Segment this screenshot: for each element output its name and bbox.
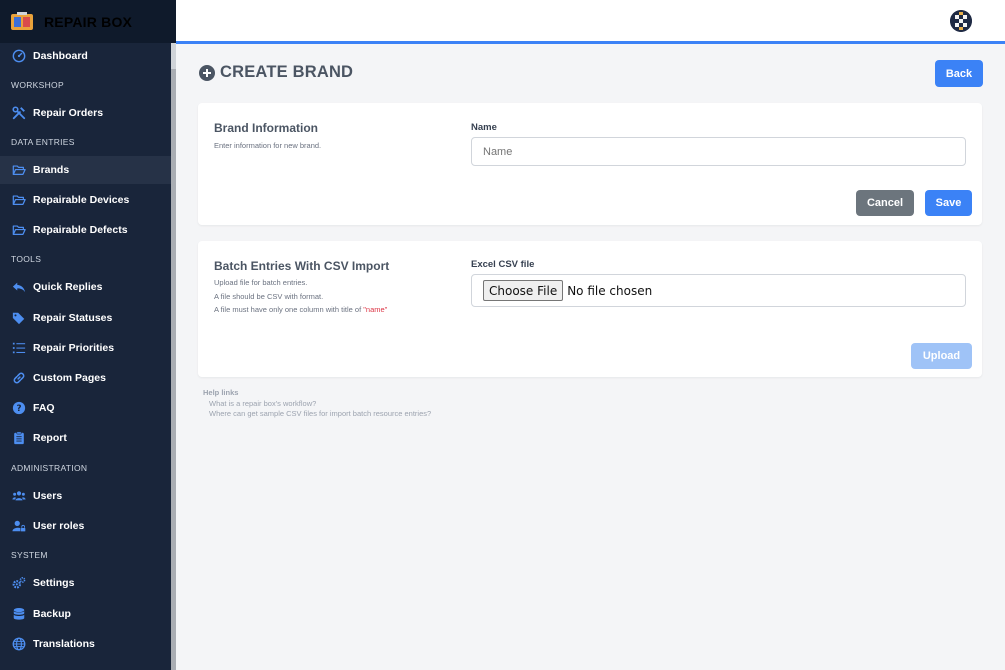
help-links-heading: Help links	[203, 388, 239, 397]
card-title: Batch Entries With CSV Import	[214, 259, 390, 273]
save-button[interactable]: Save	[925, 190, 972, 216]
users-icon	[11, 489, 26, 504]
app-logo-icon	[11, 11, 33, 32]
sidebar-item-label: Backup	[33, 608, 71, 620]
list-icon	[11, 341, 26, 356]
top-bar	[176, 0, 1005, 41]
reply-all-icon	[11, 280, 26, 295]
tools-icon	[11, 106, 26, 121]
name-input[interactable]	[471, 137, 966, 166]
choose-file-button[interactable]: Choose File	[483, 280, 564, 301]
name-field-label: Name	[471, 122, 497, 133]
csv-file-input[interactable]: Choose File No file chosen	[471, 274, 966, 307]
sidebar-section-workshop: WORKSHOP	[11, 80, 64, 90]
folder-open-icon	[11, 223, 26, 238]
sidebar-item-label: Settings	[33, 577, 75, 589]
description-line: A file should be CSV with format.	[214, 291, 324, 301]
brand-information-card: Brand Information Enter information for …	[198, 103, 982, 225]
description-line: Upload file for batch entries.	[214, 278, 308, 287]
csv-file-label: Excel CSV file	[471, 259, 535, 270]
sidebar-item-report[interactable]: Report	[0, 424, 171, 452]
user-lock-icon	[11, 519, 26, 534]
sidebar-item-label: Repairable Defects	[33, 224, 128, 236]
sidebar-section-tools: TOOLS	[11, 254, 42, 264]
page-title-text: CREATE BRAND	[220, 63, 354, 81]
highlighted-column-name: "name"	[363, 305, 388, 314]
sidebar-item-repair-priorities[interactable]: Repair Priorities	[0, 334, 171, 362]
sidebar-item-quick-replies[interactable]: Quick Replies	[0, 273, 171, 301]
tags-icon	[11, 311, 26, 326]
sidebar-scrollbar-thumb[interactable]	[171, 69, 176, 670]
help-link[interactable]: Where can get sample CSV files for impor…	[203, 409, 431, 420]
sidebar-item-label: Repairable Devices	[33, 194, 130, 206]
description-text: A file must have only one column with ti…	[214, 305, 364, 314]
card-description: Enter information for new brand.	[214, 141, 322, 150]
help-link[interactable]: What is a repair box's workflow?	[203, 399, 431, 410]
app-name: REPAIR BOX	[44, 13, 133, 30]
top-bar-accent-line	[176, 41, 1005, 44]
sidebar-item-label: Users	[33, 490, 63, 502]
plus-circle-icon	[199, 64, 215, 81]
dashboard-gauge-icon	[11, 49, 26, 64]
sidebar-item-custom-pages[interactable]: Custom Pages	[0, 364, 171, 392]
sidebar-item-label: Report	[33, 432, 67, 444]
sidebar-scrollbar[interactable]	[171, 43, 176, 670]
question-circle-icon: ?	[11, 401, 26, 416]
app-brand[interactable]: REPAIR BOX	[0, 0, 176, 43]
sidebar-item-settings[interactable]: Settings	[0, 569, 171, 597]
folder-open-icon	[11, 193, 26, 208]
folder-open-icon	[11, 163, 26, 178]
sidebar-item-label: Repair Priorities	[33, 342, 115, 354]
sidebar-item-repair-orders[interactable]: Repair Orders	[0, 99, 171, 127]
sidebar-item-label: Quick Replies	[33, 281, 103, 293]
sidebar-item-label: Brands	[33, 164, 70, 176]
file-status-text: No file chosen	[567, 283, 653, 298]
sidebar-item-label: Repair Statuses	[33, 312, 113, 324]
sidebar-item-user-roles[interactable]: User roles	[0, 512, 171, 540]
sidebar-item-translations[interactable]: Translations	[0, 630, 171, 658]
sidebar-item-users[interactable]: Users	[0, 482, 171, 510]
page-title: CREATE BRAND	[199, 63, 353, 82]
card-description: Upload file for batch entries. A file sh…	[214, 276, 387, 317]
sidebar-item-dashboard[interactable]: Dashboard	[0, 42, 171, 70]
back-button[interactable]: Back	[935, 60, 983, 87]
sidebar-item-faq[interactable]: ? FAQ	[0, 394, 171, 422]
globe-icon	[11, 637, 26, 652]
sidebar-item-label: Translations	[33, 638, 95, 650]
sidebar-section-system: SYSTEM	[11, 550, 48, 560]
csv-import-card: Batch Entries With CSV Import Upload fil…	[198, 241, 982, 377]
help-links: Help links What is a repair box's workfl…	[203, 388, 431, 420]
card-title: Brand Information	[214, 121, 318, 135]
sidebar-item-repair-statuses[interactable]: Repair Statuses	[0, 304, 171, 332]
sidebar-item-backup[interactable]: Backup	[0, 600, 171, 628]
sidebar-section-administration: ADMINISTRATION	[11, 463, 88, 473]
sidebar-item-label: FAQ	[33, 402, 55, 414]
sidebar-section-data-entries: DATA ENTRIES	[11, 137, 75, 147]
clipboard-list-icon	[11, 431, 26, 446]
cancel-button[interactable]: Cancel	[856, 190, 914, 216]
description-line: A file must have only one column with ti…	[214, 303, 387, 317]
link-icon	[11, 371, 26, 386]
cogs-icon	[11, 576, 26, 591]
sidebar-item-brands[interactable]: Brands	[0, 156, 171, 184]
database-icon	[11, 607, 26, 622]
svg-text:?: ?	[16, 404, 21, 414]
user-avatar[interactable]	[950, 10, 972, 32]
upload-button[interactable]: Upload	[911, 343, 972, 369]
sidebar-item-repairable-devices[interactable]: Repairable Devices	[0, 186, 171, 214]
sidebar-item-label: Dashboard	[33, 50, 88, 62]
sidebar-item-repairable-defects[interactable]: Repairable Defects	[0, 216, 171, 244]
sidebar-item-label: User roles	[33, 520, 85, 532]
sidebar-item-label: Custom Pages	[33, 372, 106, 384]
sidebar-item-label: Repair Orders	[33, 107, 104, 119]
